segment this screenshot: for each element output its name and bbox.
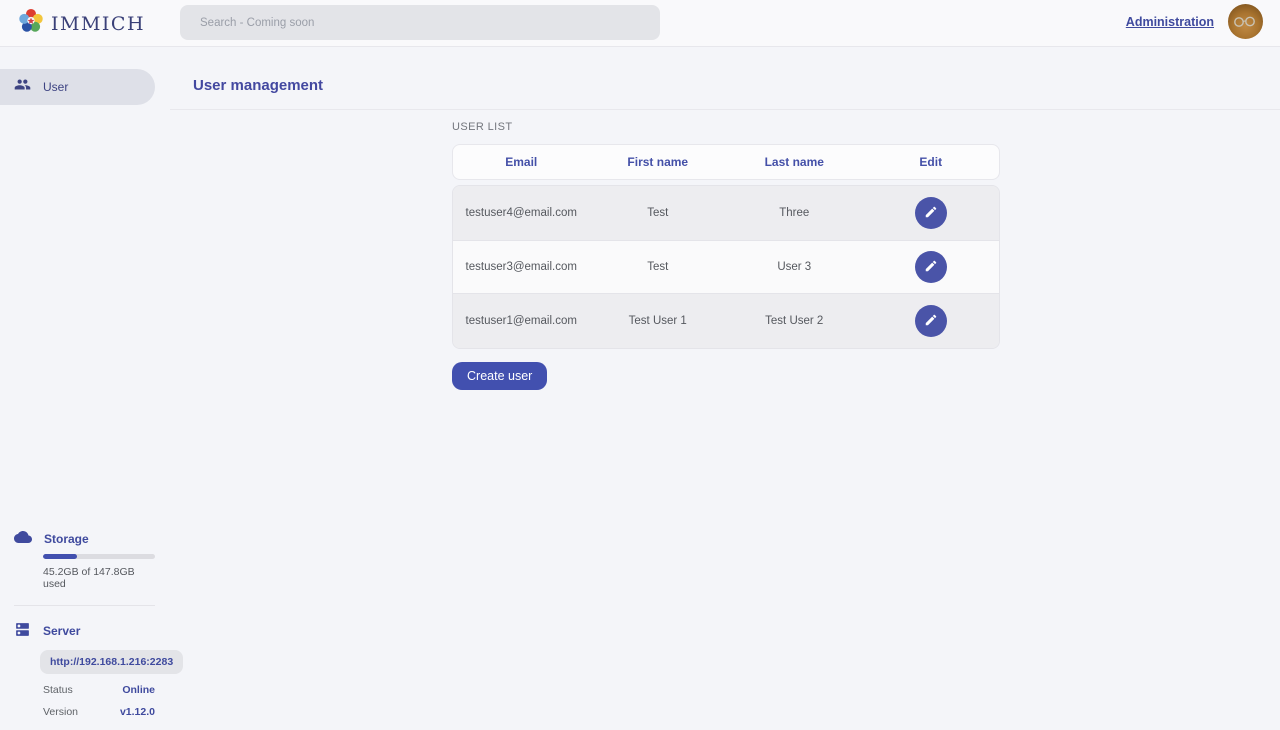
- user-email-cell: testuser4@email.com: [453, 207, 590, 219]
- edit-user-button[interactable]: [915, 305, 947, 337]
- user-last-name-cell: User 3: [726, 261, 863, 273]
- top-bar: IMMICH Administration: [0, 0, 1280, 47]
- user-last-name-cell: Test User 2: [726, 315, 863, 327]
- status-label: Status: [43, 684, 73, 696]
- storage-title: Storage: [44, 532, 89, 546]
- table-header-row: Email First name Last name Edit: [452, 144, 1000, 180]
- main-content: User management USER LIST Email First na…: [170, 47, 1280, 730]
- column-header-email: Email: [453, 155, 590, 169]
- user-first-name-cell: Test: [590, 207, 727, 219]
- server-version-row: Version v1.12.0: [43, 706, 155, 718]
- pencil-icon: [924, 313, 938, 330]
- immich-flower-icon: [18, 8, 44, 39]
- user-table: testuser4@email.com Test Three testuser3…: [452, 185, 1000, 349]
- sidebar-footer: Storage 45.2GB of 147.8GB used Server ht…: [0, 530, 170, 730]
- server-status-row: Status Online: [43, 684, 155, 696]
- user-first-name-cell: Test: [590, 261, 727, 273]
- brand-name: IMMICH: [51, 13, 145, 35]
- cloud-icon: [14, 530, 32, 547]
- user-email-cell: testuser1@email.com: [453, 315, 590, 327]
- sidebar: User Storage 45.2GB of 147.8GB used Serv…: [0, 47, 170, 730]
- table-row: testuser4@email.com Test Three: [453, 186, 999, 240]
- footer-divider: [14, 605, 155, 606]
- create-user-button[interactable]: Create user: [452, 362, 547, 390]
- user-email-cell: testuser3@email.com: [453, 261, 590, 273]
- storage-section-header: Storage: [14, 530, 155, 547]
- section-title: USER LIST: [452, 121, 1000, 133]
- user-edit-cell: [863, 305, 1000, 337]
- server-url-chip: http://192.168.1.216:2283: [40, 650, 183, 674]
- title-divider: [170, 109, 1280, 110]
- table-row: testuser3@email.com Test User 3: [453, 240, 999, 294]
- sidebar-item-user[interactable]: User: [0, 69, 155, 105]
- column-header-last-name: Last name: [726, 155, 863, 169]
- table-row: testuser1@email.com Test User 1 Test Use…: [453, 294, 999, 348]
- user-avatar[interactable]: [1228, 4, 1263, 39]
- user-edit-cell: [863, 251, 1000, 283]
- edit-user-button[interactable]: [915, 197, 947, 229]
- column-header-edit: Edit: [863, 155, 1000, 169]
- version-value: v1.12.0: [120, 706, 155, 718]
- page-title: User management: [193, 77, 1280, 94]
- version-label: Version: [43, 706, 78, 718]
- storage-progress-bar: [43, 554, 155, 559]
- users-icon: [14, 76, 31, 98]
- server-icon: [14, 621, 31, 641]
- administration-link[interactable]: Administration: [1126, 15, 1214, 29]
- storage-usage-text: 45.2GB of 147.8GB used: [43, 566, 155, 590]
- user-edit-cell: [863, 197, 1000, 229]
- edit-user-button[interactable]: [915, 251, 947, 283]
- storage-progress-fill: [43, 554, 77, 559]
- user-first-name-cell: Test User 1: [590, 315, 727, 327]
- pencil-icon: [924, 259, 938, 276]
- search-input[interactable]: [180, 5, 660, 40]
- pencil-icon: [924, 205, 938, 222]
- status-badge: Online: [122, 684, 155, 696]
- app-logo[interactable]: IMMICH: [18, 8, 145, 39]
- server-section-header: Server: [14, 621, 155, 641]
- user-last-name-cell: Three: [726, 207, 863, 219]
- sidebar-item-label: User: [43, 80, 68, 94]
- user-list-section: USER LIST Email First name Last name Edi…: [452, 121, 1000, 390]
- server-title: Server: [43, 624, 80, 638]
- column-header-first-name: First name: [590, 155, 727, 169]
